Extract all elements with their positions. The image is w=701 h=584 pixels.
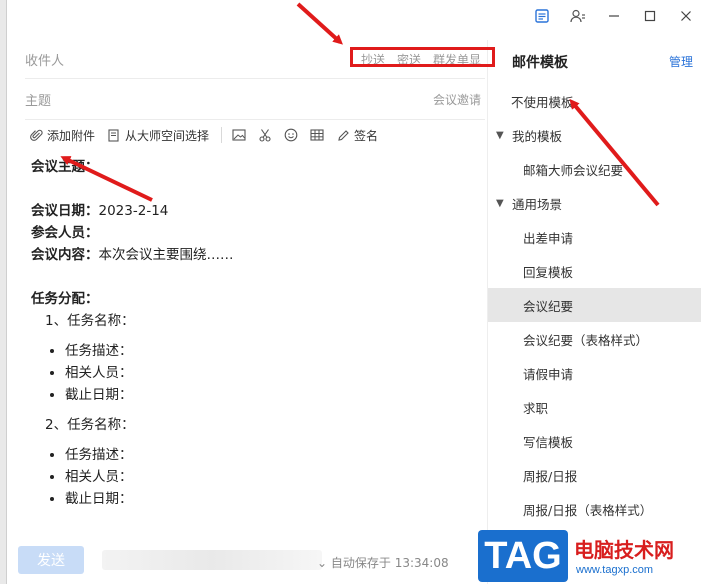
task-2-list: 任务描述： 相关人员： 截止日期： xyxy=(31,444,471,510)
send-button[interactable]: 发送 xyxy=(18,546,84,574)
watermark-tag: TAG xyxy=(478,530,568,582)
template-item[interactable]: 求职 xyxy=(488,390,701,424)
chevron-down-icon[interactable]: ⌄ xyxy=(317,556,331,570)
pen-icon xyxy=(336,128,350,142)
titlebar-controls xyxy=(534,8,694,24)
chevron-down-icon: ▼ xyxy=(496,197,504,209)
template-list: 不使用模板 ▼ 我的模板 邮箱大师会议纪要 ▼ 通用场景 出差申请 回复模板 会议纪… xyxy=(488,84,701,526)
template-panel: 邮件模板 管理 不使用模板 ▼ 我的模板 邮箱大师会议纪要 ▼ 通用场景 出差申请 … xyxy=(487,40,701,584)
meeting-invite-button[interactable]: 会议邀请 xyxy=(433,91,481,108)
attach-label: 添加附件 xyxy=(47,128,96,143)
template-item[interactable]: 回复模板 xyxy=(488,254,701,288)
template-item[interactable]: 邮箱大师会议纪要 xyxy=(488,152,701,186)
paperclip-icon xyxy=(29,128,43,142)
blurred-options xyxy=(102,550,322,570)
minimize-icon[interactable] xyxy=(606,8,622,24)
screenshot-button[interactable] xyxy=(258,128,272,142)
watermark-site-name: 电脑技术网 xyxy=(574,538,674,562)
signature-button[interactable]: 签名 xyxy=(336,127,378,144)
template-item[interactable]: 周报/日报 xyxy=(488,458,701,492)
emoji-button[interactable] xyxy=(284,128,298,142)
signature-label: 签名 xyxy=(354,128,379,143)
list-item: 任务描述： xyxy=(65,444,471,466)
attach-button[interactable]: 添加附件 xyxy=(29,127,95,144)
manage-link[interactable]: 管理 xyxy=(669,53,693,70)
panel-title: 邮件模板 xyxy=(512,55,568,71)
editor-toolbar: 添加附件 从大师空间选择 签名 xyxy=(13,122,390,148)
autosave-status: ⌄ 自动保存于 13:34:08 xyxy=(317,556,449,570)
annotation-highlight-box xyxy=(350,47,495,67)
image-icon xyxy=(232,128,246,142)
master-space-button[interactable]: 从大师空间选择 xyxy=(107,127,209,144)
table-icon xyxy=(310,128,324,142)
template-item[interactable]: 写信模板 xyxy=(488,424,701,458)
master-space-label: 从大师空间选择 xyxy=(125,128,210,143)
watermark-logo: TAG 电脑技术网 www.tagxp.com xyxy=(478,526,701,584)
chevron-down-icon: ▼ xyxy=(496,129,504,141)
maximize-icon[interactable] xyxy=(642,8,658,24)
template-item[interactable]: 请假申请 xyxy=(488,356,701,390)
task-1-list: 任务描述： 相关人员： 截止日期： xyxy=(31,340,471,406)
close-icon[interactable] xyxy=(678,8,694,24)
template-none[interactable]: 不使用模板 xyxy=(488,84,701,118)
template-item[interactable]: 周报/日报（表格样式） xyxy=(488,492,701,526)
mail-template-icon[interactable] xyxy=(534,8,550,24)
subject-options: 会议邀请 xyxy=(433,91,481,108)
subject-row[interactable]: 主题 会议邀请 xyxy=(25,79,485,120)
template-item[interactable]: 会议纪要（表格样式） xyxy=(488,322,701,356)
template-item-active[interactable]: 会议纪要 xyxy=(488,288,701,322)
list-item: 截止日期： xyxy=(65,488,471,510)
group-my-templates[interactable]: ▼ 我的模板 xyxy=(488,118,701,152)
list-item: 任务描述： xyxy=(65,340,471,362)
task-2-title: 2、任务名称： xyxy=(45,417,135,433)
attendees-line: 参会人员： xyxy=(31,225,99,241)
list-item: 相关人员： xyxy=(65,362,471,384)
task-1-title: 1、任务名称： xyxy=(45,313,135,329)
recipient-input[interactable]: 收件人 xyxy=(25,50,64,69)
watermark-url: www.tagxp.com xyxy=(576,564,654,576)
document-icon xyxy=(107,128,121,142)
group-common[interactable]: ▼ 通用场景 xyxy=(488,186,701,220)
compose-window: 收件人 抄送 密送 群发单显 主题 会议邀请 添加附件 从大师空间选择 签名 会… xyxy=(6,0,701,584)
list-item: 截止日期： xyxy=(65,384,471,406)
contacts-icon[interactable] xyxy=(570,8,586,24)
email-body[interactable]: 会议主题： 会议日期：2023-2-14 参会人员： 会议内容：本次会议主要围绕… xyxy=(31,156,471,518)
tasks-heading: 任务分配： xyxy=(31,291,99,307)
subject-input[interactable]: 主题 xyxy=(25,90,51,109)
content-line: 会议内容：本次会议主要围绕…… xyxy=(31,247,234,263)
list-item: 相关人员： xyxy=(65,466,471,488)
date-line: 会议日期：2023-2-14 xyxy=(31,203,169,219)
bottom-bar: 发送 ⌄ 自动保存于 13:34:08 xyxy=(7,536,487,584)
scissors-icon xyxy=(258,128,272,142)
template-item[interactable]: 出差申请 xyxy=(488,220,701,254)
toolbar-divider xyxy=(221,127,223,143)
image-button[interactable] xyxy=(232,128,246,142)
table-button[interactable] xyxy=(310,128,324,142)
topic-line: 会议主题： xyxy=(31,159,99,175)
smiley-icon xyxy=(284,128,298,142)
